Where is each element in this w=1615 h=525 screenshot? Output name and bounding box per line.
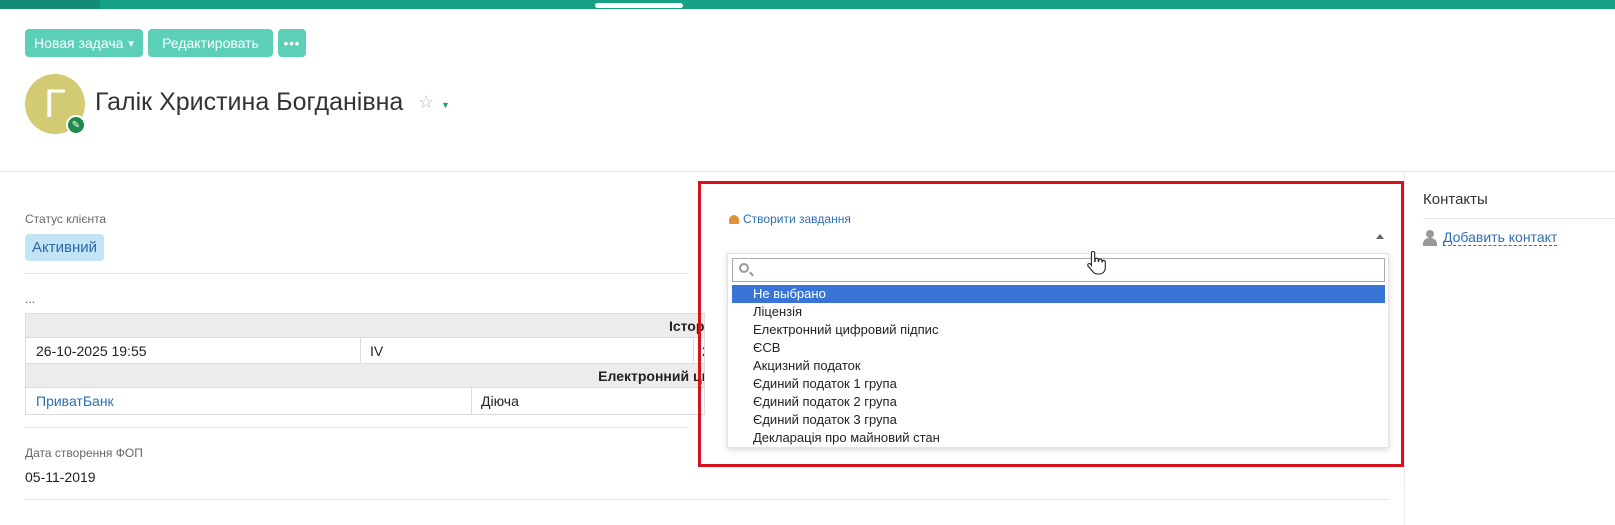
top-bar-accent (0, 0, 100, 9)
history-date-cell: 26-10-2025 19:55 (36, 343, 147, 359)
create-task-label: Створити завдання (743, 212, 851, 226)
option-property-declaration[interactable]: Декларація про майновий стан (732, 429, 1385, 447)
divider (25, 427, 687, 428)
option-excise-tax[interactable]: Акцизний податок (732, 357, 1385, 375)
fop-date-value: 05-11-2019 (25, 469, 96, 485)
history-group-cell: IV (370, 343, 384, 359)
star-icon[interactable]: ☆ (418, 92, 434, 113)
digital-signature-title: Електронний цифр (598, 367, 704, 384)
hand-cursor-icon (1087, 250, 1106, 275)
options-list: Не выбрано Ліцензія Електронний цифровий… (732, 285, 1385, 447)
fop-date-label: Дата створення ФОП (25, 446, 143, 460)
status-label: Статус клієнта (25, 212, 107, 226)
table-row: ПриватБанк Діюча (26, 388, 704, 414)
edit-avatar-icon[interactable]: ✎ (66, 115, 86, 135)
option-not-selected[interactable]: Не выбрано (732, 285, 1385, 303)
add-contact-label: Добавить контакт (1443, 229, 1558, 246)
status-badge[interactable]: Активний (25, 234, 104, 261)
person-icon (1423, 229, 1437, 246)
chevron-down-icon: ▾ (128, 37, 134, 50)
signature-state-cell: Діюча (481, 393, 519, 409)
digital-signature-table: Електронний цифр ПриватБанк Діюча (25, 363, 705, 415)
top-bar (0, 0, 1615, 9)
ellipsis-text: ... (25, 292, 36, 306)
group-history-table: Історія змін груп 26-10-2025 19:55 IV 2 (25, 313, 705, 365)
new-task-label: Новая задача (34, 35, 124, 51)
sidebar-divider (1404, 172, 1405, 525)
search-input[interactable] (757, 261, 1377, 279)
add-contact-link[interactable]: Добавить контакт (1423, 229, 1558, 246)
task-type-dropdown: Не выбрано Ліцензія Електронний цифровий… (727, 253, 1389, 448)
dropdown-search[interactable] (732, 258, 1385, 282)
edit-button[interactable]: Редактировать (148, 29, 273, 57)
header-divider (0, 171, 1615, 172)
option-single-tax-1[interactable]: Єдиний податок 1 група (732, 375, 1385, 393)
option-single-tax-3[interactable]: Єдиний податок 3 група (732, 411, 1385, 429)
table-header: Електронний цифр (26, 364, 704, 388)
more-options-button[interactable]: ••• (278, 29, 306, 57)
create-task-link[interactable]: Створити завдання (729, 212, 851, 226)
option-license[interactable]: Ліцензія (732, 303, 1385, 321)
top-bar-handle[interactable] (595, 3, 683, 8)
chevron-up-icon[interactable] (1376, 234, 1384, 239)
divider (25, 499, 1390, 500)
new-task-button[interactable]: Новая задача ▾ (25, 29, 143, 57)
option-single-tax-2[interactable]: Єдиний податок 2 група (732, 393, 1385, 411)
chevron-down-icon[interactable]: ▼ (441, 100, 450, 110)
signature-provider-link[interactable]: ПриватБанк (26, 388, 114, 414)
page-title: Галік Христина Богданівна (95, 88, 404, 116)
search-icon (739, 263, 749, 273)
divider (25, 273, 687, 274)
contacts-title: Контакты (1423, 191, 1488, 208)
table-row: 26-10-2025 19:55 IV 2 (26, 338, 704, 364)
option-digital-signature[interactable]: Електронний цифровий підпис (732, 321, 1385, 339)
option-esv[interactable]: ЄСВ (732, 339, 1385, 357)
divider (1423, 218, 1615, 219)
bell-icon (729, 214, 739, 224)
table-header: Історія змін груп (26, 314, 704, 338)
